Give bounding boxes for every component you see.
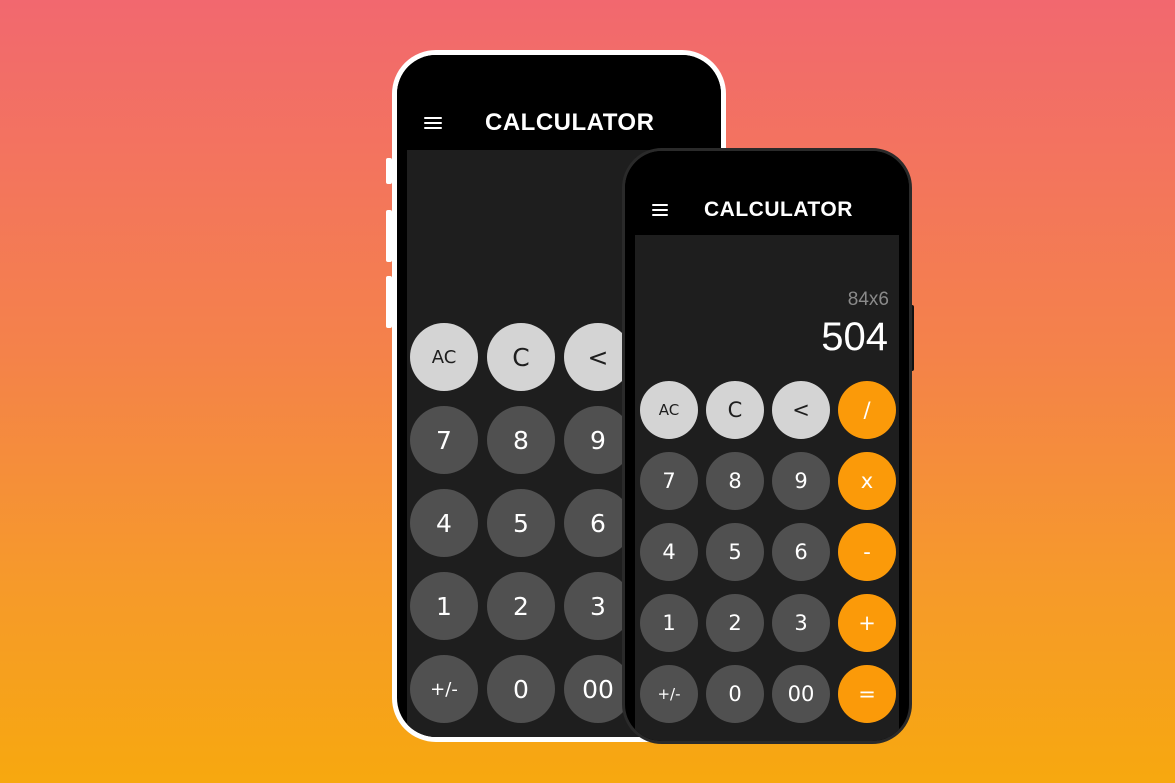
front-phone: CALCULATOR 84x6 504 AC C </ 7 8 9 x 4 5 6- 1 2 3 + +/-… <box>622 148 912 744</box>
app-title: CALCULATOR <box>485 109 655 136</box>
key-all-clear-button[interactable]: AC <box>640 381 698 439</box>
expression-display: 84x6 <box>847 289 889 310</box>
key-2-button[interactable]: 2 <box>706 594 764 652</box>
front-phone-app-bar: CALCULATOR <box>625 151 909 235</box>
key-equals-button[interactable]: = <box>838 665 896 723</box>
key-clear-button[interactable]: C <box>487 323 555 391</box>
key-7-button[interactable]: 7 <box>640 452 698 510</box>
key-plus-minus-button[interactable]: +/- <box>640 665 698 723</box>
key-6-button[interactable]: 6 <box>772 523 830 581</box>
key-3-button[interactable]: 3 <box>772 594 830 652</box>
key-5-button[interactable]: 5 <box>706 523 764 581</box>
key-divide-button[interactable]: / <box>838 381 896 439</box>
key-1-button[interactable]: 1 <box>410 572 478 640</box>
key-plus-button[interactable]: + <box>838 594 896 652</box>
key-plus-minus-button[interactable]: +/- <box>410 655 478 723</box>
app-title: CALCULATOR <box>704 198 853 221</box>
key-2-button[interactable]: 2 <box>487 572 555 640</box>
key-8-button[interactable]: 8 <box>487 406 555 474</box>
key-minus-button[interactable]: - <box>838 523 896 581</box>
key-5-button[interactable]: 5 <box>487 489 555 557</box>
hamburger-menu-icon[interactable] <box>424 117 442 129</box>
key-backspace-button[interactable]: < <box>772 381 830 439</box>
key-8-button[interactable]: 8 <box>706 452 764 510</box>
key-9-button[interactable]: 9 <box>772 452 830 510</box>
key-multiply-button[interactable]: x <box>838 452 896 510</box>
key-4-button[interactable]: 4 <box>410 489 478 557</box>
key-0-button[interactable]: 0 <box>487 655 555 723</box>
hamburger-menu-icon[interactable] <box>652 204 668 216</box>
key-clear-button[interactable]: C <box>706 381 764 439</box>
back-phone-app-bar: CALCULATOR <box>397 55 721 150</box>
result-display: 504 <box>821 315 888 359</box>
key-4-button[interactable]: 4 <box>640 523 698 581</box>
key-0-button[interactable]: 0 <box>706 665 764 723</box>
key-7-button[interactable]: 7 <box>410 406 478 474</box>
key-1-button[interactable]: 1 <box>640 594 698 652</box>
key-double-zero-button[interactable]: 00 <box>772 665 830 723</box>
key-all-clear-button[interactable]: AC <box>410 323 478 391</box>
